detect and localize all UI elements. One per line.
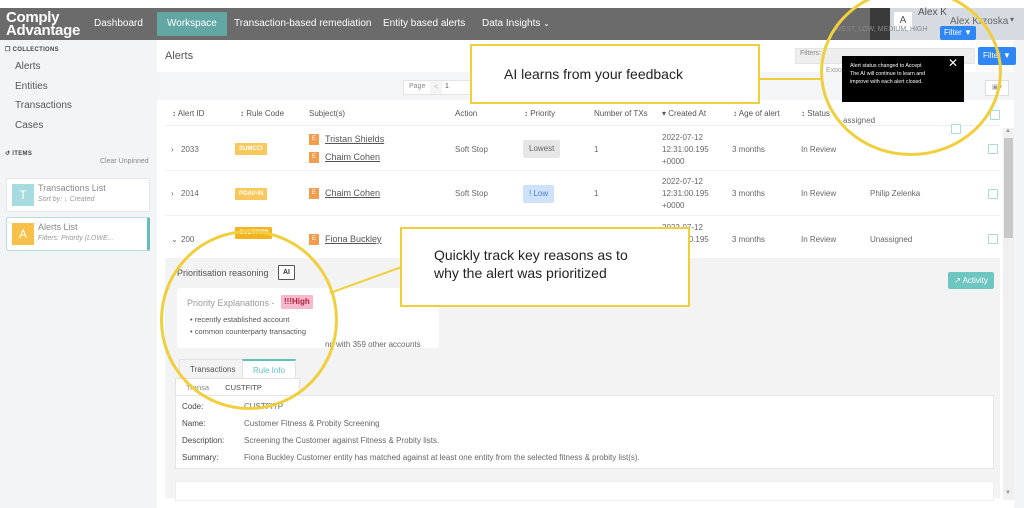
history-icon: ↺ [5,151,11,157]
sidebar-item-alerts[interactable]: Alerts [15,61,41,72]
rule-info-value: Fiona Buckley Customer entity has matche… [244,453,640,462]
col-age[interactable]: ↕ Age of alert [733,109,780,118]
action: Soft Stop [455,189,488,198]
pin-letter-icon: A [12,223,34,245]
row-expand-icon[interactable]: › [171,189,174,198]
rule-code-badge: PGAV-IN [235,188,268,200]
scroll-down-icon[interactable]: ▼ [1005,490,1011,496]
col-subjects: Subject(s) [309,109,346,118]
pager-page-input[interactable]: 1 [445,83,449,90]
pinned-alerts-list[interactable]: A Alerts List Filters: Priority (LOWE... [6,217,150,251]
scroll-up-icon[interactable]: ▲ [1005,128,1011,134]
row-checkbox[interactable] [988,144,998,154]
col-priority[interactable]: ↕ Priority [524,109,555,118]
pin-letter-icon: T [12,184,34,206]
status: In Review [801,189,837,198]
callout-ai-learns: AI learns from your feedback [470,44,760,104]
subject-link[interactable]: Chaim Cohen [325,188,380,198]
age: 3 months [732,235,765,244]
rule-info-label: Summary: [182,453,219,462]
alert-id: 2033 [181,145,199,154]
row-collapse-icon[interactable]: ⌄ [171,235,178,244]
created-time: 12:31:00.195 [662,145,709,154]
age: 3 months [732,189,765,198]
nav-entity-alerts[interactable]: Entity based alerts [373,8,475,40]
col-rule-code[interactable]: ↕ Rule Code [240,109,284,118]
entity-icon: E [309,134,319,145]
created-date: 2022-07-12 [662,177,703,186]
nav-dashboard[interactable]: Dashboard [84,8,153,40]
entity-icon: E [309,234,319,245]
row-divider [165,170,1000,171]
action: Soft Stop [455,145,488,154]
created-tz: +0000 [662,157,685,166]
priority-badge: ! Low [523,185,555,203]
created-time: 12:31:00.195 [662,189,709,198]
row-checkbox[interactable] [988,234,998,244]
rule-info-label: Code: [182,402,204,411]
nav-data-insights[interactable]: Data Insights ⌄ [472,8,560,40]
col-num-txs: Number of TXs [594,109,648,118]
chevron-down-icon: ⌄ [543,19,550,28]
assignee: Philip Zelenka [870,189,921,198]
nav-transaction-remediation[interactable]: Transaction-based remediation [224,8,381,40]
bottom-panel [175,481,994,501]
subject-link[interactable]: Tristan Shields [325,134,384,144]
pin-subtitle: Sort by: ↓ Created [38,196,95,203]
pin-title: Alerts List [38,222,78,232]
collections-icon: ❐ [5,47,11,53]
sidebar-item-transactions[interactable]: Transactions [15,100,72,111]
status: In Review [801,235,837,244]
pager-label: Page [409,83,426,90]
num-txs: 1 [594,189,599,198]
row-checkbox[interactable] [988,189,998,199]
alert-id: 200 [181,235,195,244]
alert-id: 2014 [181,189,199,198]
highlight-circle-reasoning [160,230,338,410]
created-tz: +0000 [662,201,685,210]
entity-icon: E [309,152,319,163]
scrollbar-thumb[interactable] [1004,138,1013,238]
col-alert-id[interactable]: ↕ Alert ID [172,109,204,118]
pin-subtitle: Filters: Priority (LOWE... [38,235,114,242]
nav-workspace[interactable]: Workspace [157,12,227,36]
logo[interactable]: Comply Advantage [6,10,80,39]
num-txs: 1 [594,145,599,154]
rule-info-label: Name: [182,419,206,428]
age: 3 months [732,145,765,154]
col-created-at[interactable]: ▾ Created At [662,109,706,118]
status: In Review [801,145,837,154]
clear-unpinned-button[interactable]: Clear Unpinned [100,158,149,165]
rule-info-label: Description: [182,436,225,445]
activity-button[interactable]: ↗ Activity [948,272,994,289]
nav-data-insights-label: Data Insights [482,18,541,29]
assignee: Unassigned [870,235,913,244]
pin-title: Transactions List [38,183,106,193]
entity-icon: E [309,188,319,199]
explanation-continuation: ng with 359 other accounts [325,340,421,349]
row-expand-icon[interactable]: › [171,145,174,154]
pager-prev-button[interactable]: < [430,81,442,94]
rule-code-badge: SUMCCI [235,143,267,155]
collections-heading: ❐ COLLECTIONS [5,47,59,53]
callout-prioritized: Quickly track key reasons as to why the … [400,227,690,307]
logo-line2: Advantage [6,22,80,39]
subject-link[interactable]: Chaim Cohen [325,152,380,162]
rule-info-value: Customer Fitness & Probity Screening [244,419,380,428]
page-title: Alerts [165,50,194,62]
row-divider [165,215,1000,216]
pinned-transactions-list[interactable]: T Transactions List Sort by: ↓ Created [6,178,150,212]
sidebar-item-cases[interactable]: Cases [15,120,43,131]
items-heading: ↺ ITEMS [5,151,33,157]
sidebar-item-entities[interactable]: Entities [15,81,48,92]
caret-down-icon[interactable]: ▾ [1010,15,1014,24]
col-action: Action [455,109,478,118]
subject-link[interactable]: Fiona Buckley [325,234,382,244]
col-status[interactable]: ↕ Status [801,109,830,118]
select-all-checkbox[interactable] [990,110,1000,120]
filters-label: Filters: [800,50,821,57]
rule-info-value: Screening the Customer against Fitness &… [244,436,440,445]
created-date: 2022-07-12 [662,133,703,142]
priority-badge: Lowest [523,140,561,158]
